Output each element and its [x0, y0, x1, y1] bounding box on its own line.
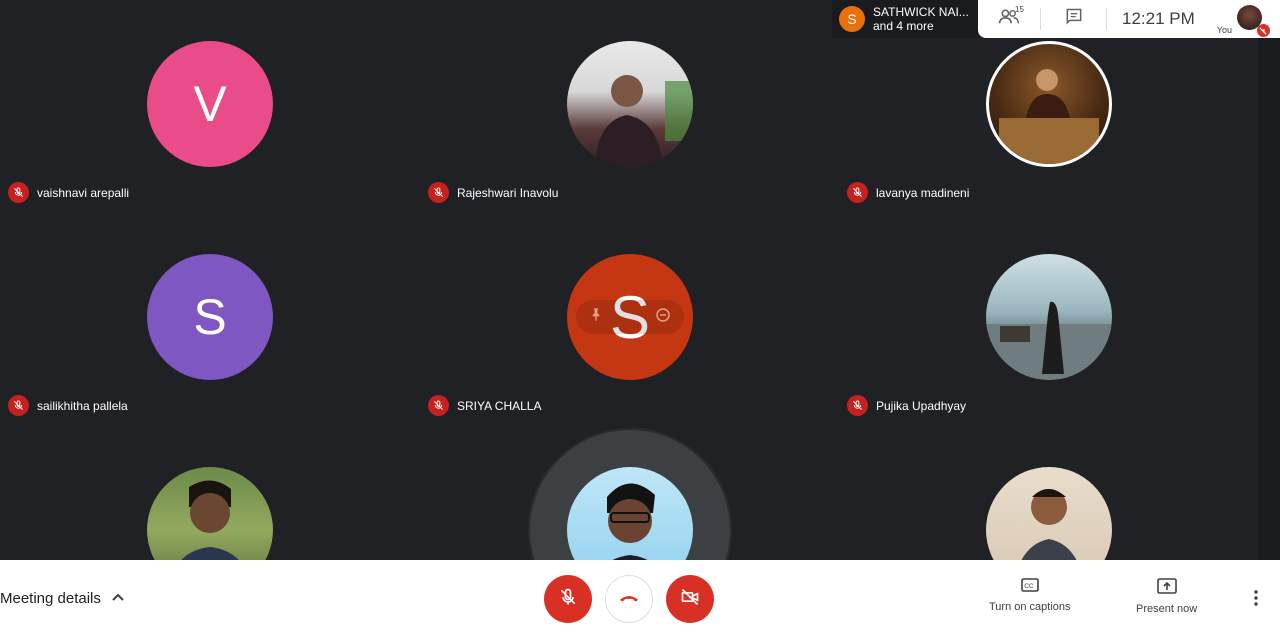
presenter-sub: and 4 more [873, 19, 934, 33]
presenting-chip[interactable]: S SATHWICK NAI... and 4 more [832, 0, 978, 38]
mic-toggle-button[interactable] [544, 575, 592, 623]
avatar-initial: V [193, 76, 227, 132]
hang-up-icon [618, 590, 640, 608]
self-avatar-button[interactable]: You [1216, 0, 1270, 38]
mic-muted-icon [1256, 24, 1270, 37]
divider [1106, 8, 1107, 30]
self-tile[interactable] [420, 426, 840, 560]
mic-muted-icon [847, 182, 868, 203]
captions-label: Turn on captions [989, 601, 1071, 613]
captions-icon: CC [1020, 578, 1039, 595]
participant-tile[interactable]: Rajeshwari Inavolu [420, 0, 840, 213]
meeting-top-bar: 15 12:21 PM You [978, 0, 1280, 38]
present-icon [1156, 578, 1177, 597]
participant-tile[interactable]: Pujika Upadhyay [839, 213, 1258, 426]
pin-icon[interactable] [588, 307, 604, 328]
scrollbar-track[interactable] [1258, 0, 1280, 560]
people-count: 15 [1015, 4, 1024, 14]
meeting-details-label: Meeting details [0, 589, 101, 607]
presenter-name: SATHWICK NAI... [873, 5, 969, 19]
clock-time: 12:21 PM [1122, 9, 1195, 28]
participant-name-row: vaishnavi arepalli [8, 182, 129, 203]
divider [1040, 8, 1041, 30]
chat-icon [1064, 8, 1084, 31]
people-button[interactable]: 15 [998, 5, 1024, 31]
video-grid: V vaishnavi arepalli Rajeshwari Inavolu … [0, 0, 1258, 560]
participant-name-row: Pujika Upadhyay [847, 395, 966, 416]
participant-avatar: S [147, 254, 273, 380]
person-photo-icon [567, 41, 693, 167]
remove-icon[interactable] [654, 306, 672, 329]
mic-muted-icon [8, 395, 29, 416]
mic-muted-icon [428, 182, 449, 203]
more-options-button[interactable] [1248, 589, 1264, 612]
participant-name-row: lavanya madineni [847, 182, 969, 203]
participant-tile[interactable] [839, 426, 1258, 560]
person-photo-icon [147, 467, 273, 560]
people-icon [998, 8, 1020, 30]
meeting-controls-bar: Meeting details CC Turn on captions Pres… [0, 560, 1280, 636]
chat-button[interactable] [1064, 7, 1084, 32]
participant-tile[interactable] [0, 426, 420, 560]
more-vert-icon [1248, 590, 1264, 611]
tile-hover-controls [576, 300, 684, 334]
person-photo-icon [567, 467, 693, 560]
camera-off-icon [680, 587, 700, 612]
svg-text:CC: CC [1024, 583, 1034, 590]
present-now-button[interactable]: Present now [1136, 578, 1197, 615]
participant-name: vaishnavi arepalli [37, 185, 130, 200]
landscape-photo-icon [986, 254, 1112, 380]
participant-avatar: V [147, 41, 273, 167]
avatar-initial: S [193, 289, 227, 345]
mic-muted-icon [847, 395, 868, 416]
mic-off-icon [558, 587, 578, 612]
person-photo-icon [986, 41, 1112, 167]
participant-name: SRIYA CHALLA [457, 398, 542, 413]
person-photo-icon [986, 467, 1112, 560]
chevron-up-icon [111, 589, 125, 607]
participant-tile[interactable]: S sailikhitha pallela [0, 213, 420, 426]
presenter-avatar: S [839, 6, 865, 32]
leave-call-button[interactable] [605, 575, 653, 623]
participant-name: Pujika Upadhyay [876, 398, 967, 413]
participant-name: Rajeshwari Inavolu [457, 185, 559, 200]
you-label: You [1216, 25, 1232, 35]
participant-name: sailikhitha pallela [37, 398, 128, 413]
camera-toggle-button[interactable] [666, 575, 714, 623]
present-label: Present now [1136, 603, 1198, 615]
participant-name: lavanya madineni [876, 185, 970, 200]
mic-muted-icon [428, 395, 449, 416]
mic-muted-icon [8, 182, 29, 203]
participant-name-row: sailikhitha pallela [8, 395, 128, 416]
participant-name-row: Rajeshwari Inavolu [428, 182, 558, 203]
participant-name-row: SRIYA CHALLA [428, 395, 541, 416]
participant-tile[interactable]: V vaishnavi arepalli [0, 0, 420, 213]
captions-button[interactable]: CC Turn on captions [989, 578, 1071, 613]
meeting-details-button[interactable]: Meeting details [0, 589, 125, 607]
